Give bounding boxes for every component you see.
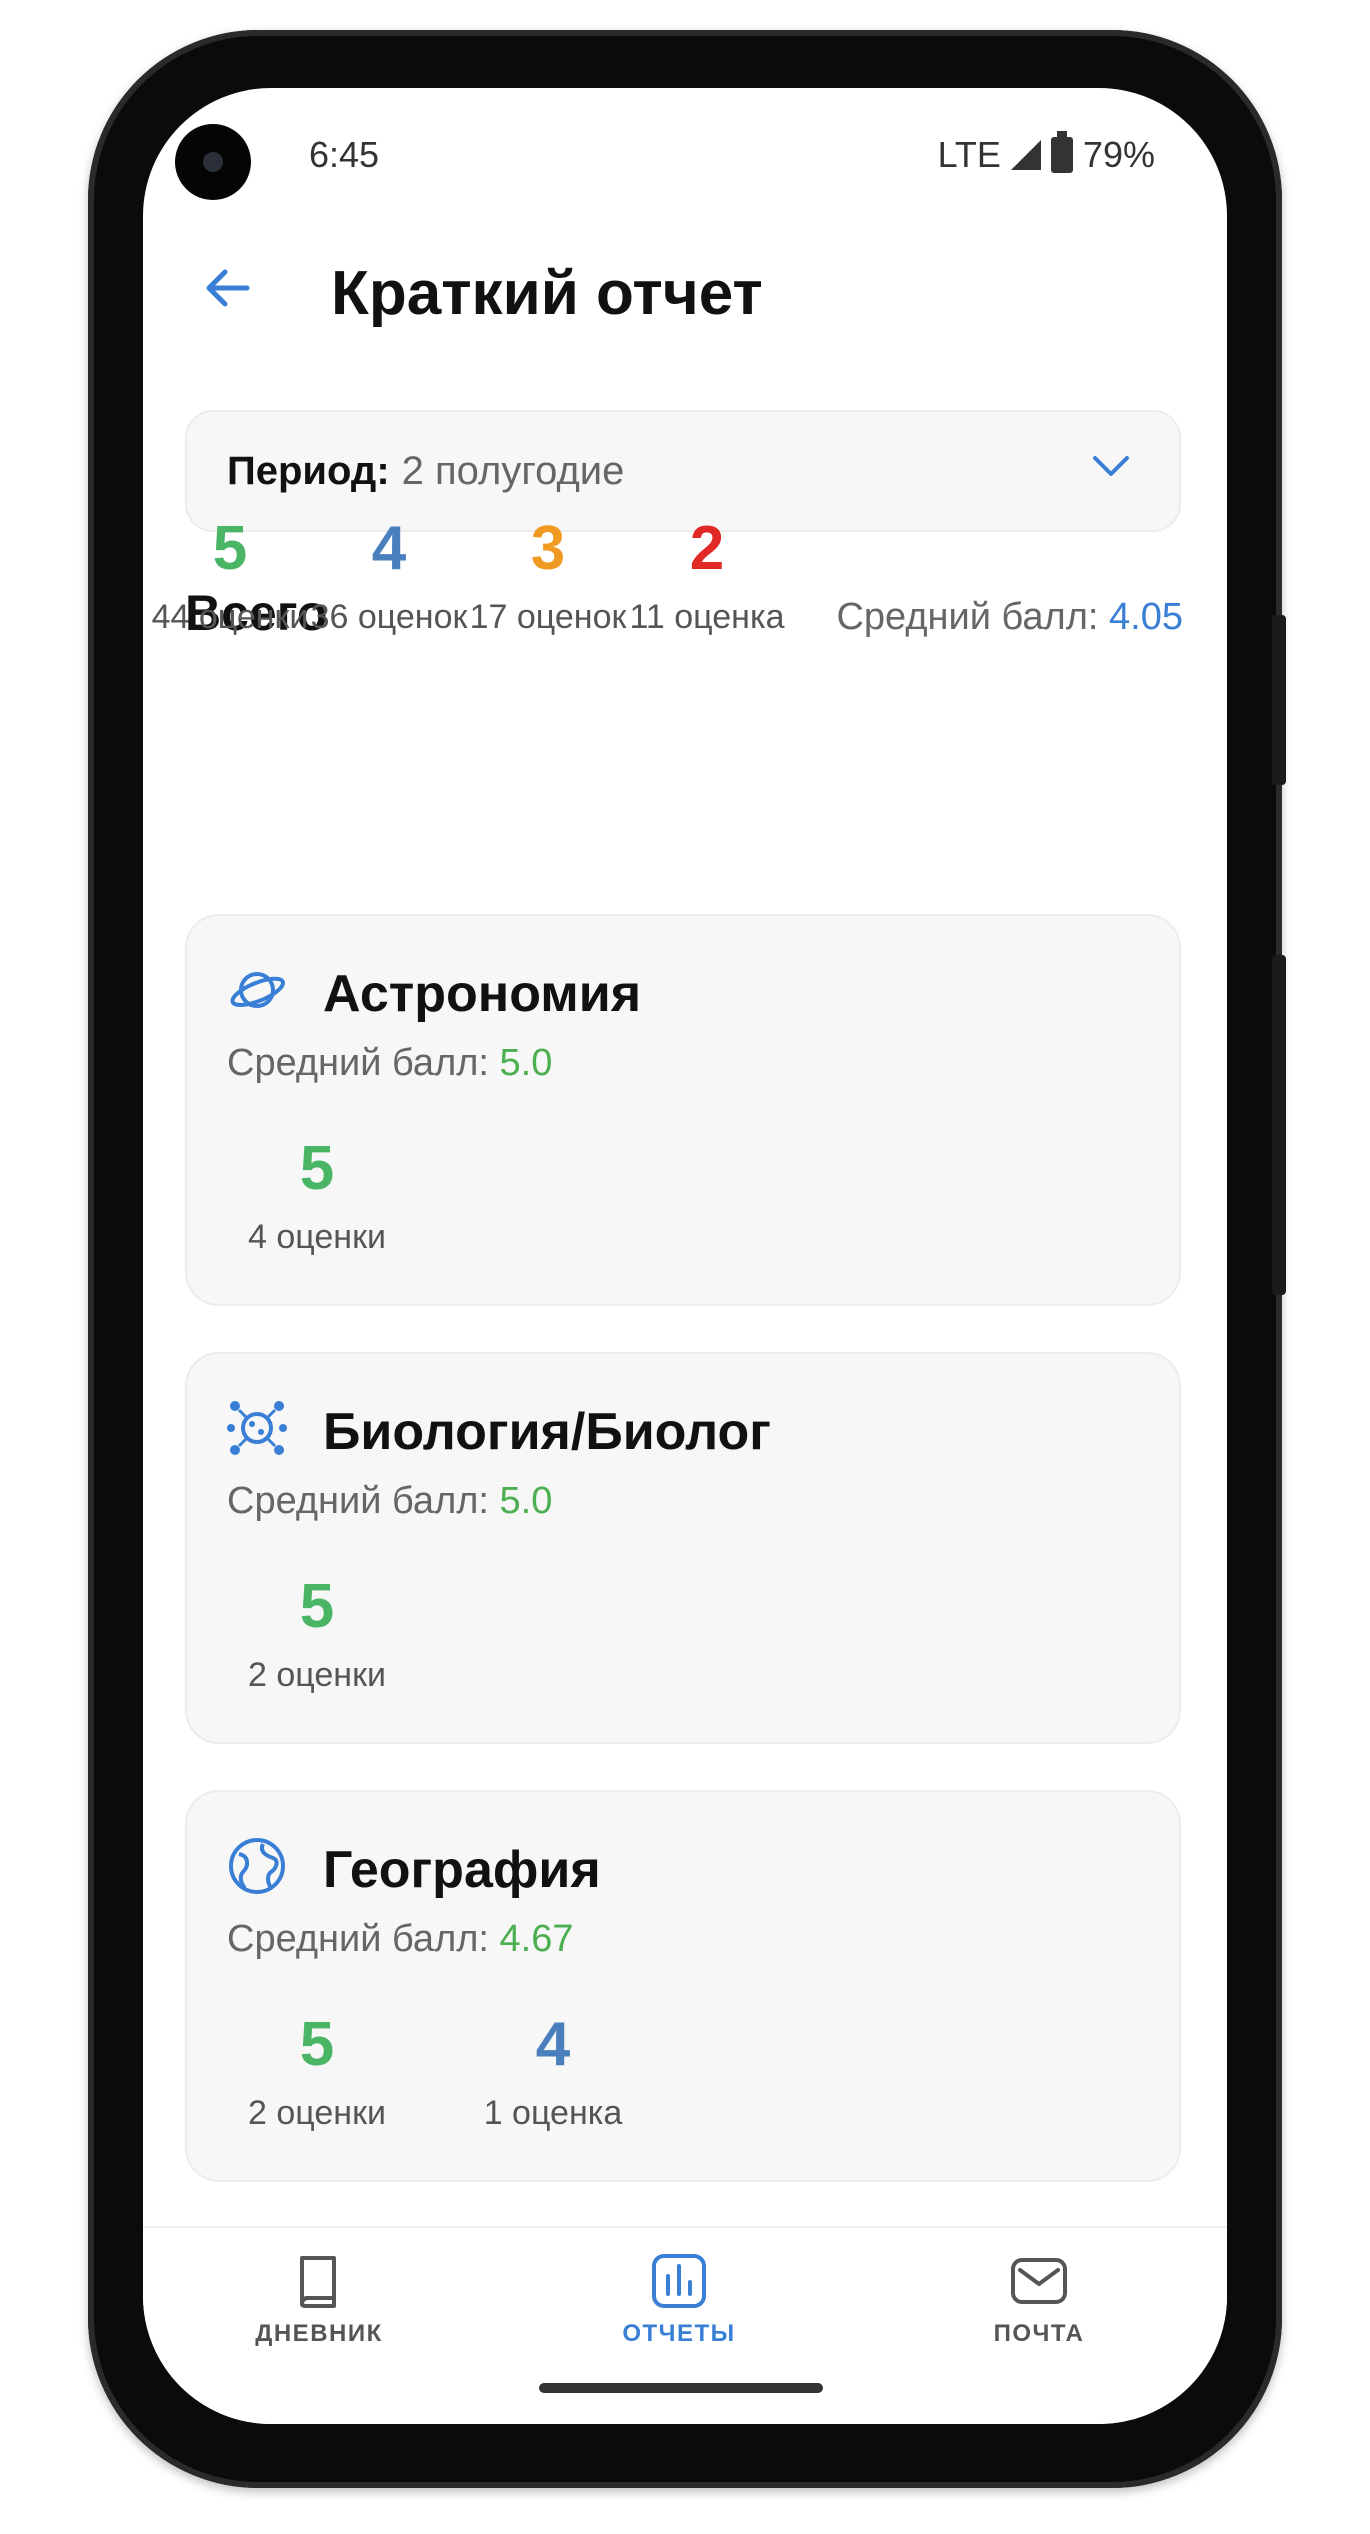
subject-average-value: 5.0: [499, 1042, 553, 1084]
status-time: 6:45: [309, 134, 380, 175]
power-button: [1272, 955, 1286, 1295]
subject-card-geography[interactable]: География Средний балл: 4.67 5 2 оценки …: [185, 1790, 1181, 2182]
subject-grade-5: 5 4 оценки: [217, 1134, 417, 1257]
subject-average-label: Средний балл:: [227, 1918, 489, 1960]
grade-value: 5: [299, 2010, 335, 2079]
subject-average-value: 5.0: [499, 1480, 553, 1522]
book-icon: [300, 2256, 336, 2308]
subject-average: Средний балл: 4.67: [227, 1918, 574, 1961]
summary-average: Средний балл: 4.05: [836, 596, 1183, 639]
summary-average-value: 4.05: [1109, 596, 1183, 638]
subject-average: Средний балл: 5.0: [227, 1042, 552, 1085]
grade-value: 2: [689, 514, 725, 583]
nav-label: ДНЕВНИК: [255, 2320, 383, 2347]
front-camera: [175, 124, 251, 200]
grade-value: 4: [535, 2010, 571, 2079]
battery-percent: 79%: [1082, 134, 1155, 175]
subject-average-value: 4.67: [499, 1918, 574, 1960]
grade-count: 1 оценка: [483, 2094, 623, 2132]
subject-card-biology[interactable]: Биология/Биолог Средний балл: 5.0 5 2 оц…: [185, 1352, 1181, 1744]
subject-average-label: Средний балл:: [227, 1480, 489, 1522]
cell-icon: [227, 1401, 287, 1455]
home-indicator[interactable]: [539, 2383, 823, 2393]
back-arrow-icon[interactable]: [195, 256, 259, 320]
nav-label: ПОЧТА: [993, 2320, 1085, 2347]
grade-count: 2 оценки: [248, 2094, 386, 2132]
status-indicators: LTE 79%: [937, 131, 1155, 176]
globe-icon: [229, 1838, 285, 1894]
grade-count: 4 оценки: [248, 1218, 386, 1256]
summary-average-label: Средний балл:: [836, 596, 1099, 638]
page-title: Краткий отчет: [331, 259, 763, 328]
battery-icon: [1050, 131, 1073, 173]
nav-item-diary[interactable]: ДНЕВНИК: [209, 2250, 429, 2348]
planet-icon: [230, 972, 286, 1008]
summary-grade-2: 2 11 оценка: [587, 514, 827, 637]
bottom-navigation: ДНЕВНИК ОТЧЕТЫ ПОЧТА: [143, 2226, 1227, 2424]
subject-name: Биология/Биолог: [323, 1403, 771, 1461]
app-screen: 6:45 LTE 79% Краткий отчет Период: 2 пол…: [143, 88, 1227, 2424]
grade-count: 2 оценки: [248, 1656, 386, 1694]
signal-icon: [1010, 140, 1041, 170]
subject-average: Средний балл: 5.0: [227, 1480, 552, 1523]
subject-grade-4: 4 1 оценка: [453, 2010, 653, 2133]
subject-name: Астрономия: [323, 965, 642, 1023]
subject-average-label: Средний балл:: [227, 1042, 489, 1084]
grade-count: 11 оценка: [629, 598, 785, 636]
period-label: Период:: [227, 448, 390, 493]
nav-label: ОТЧЕТЫ: [622, 2320, 736, 2347]
network-label: LTE: [937, 134, 1001, 175]
subject-grade-5: 5 2 оценки: [217, 1572, 417, 1695]
nav-item-mail[interactable]: ПОЧТА: [929, 2250, 1149, 2348]
chart-icon: [652, 2254, 706, 2308]
volume-button: [1272, 615, 1286, 785]
subject-card-astronomy[interactable]: Астрономия Средний балл: 5.0 5 4 оценки: [185, 914, 1181, 1306]
chevron-down-icon: [1093, 456, 1129, 476]
nav-item-reports[interactable]: ОТЧЕТЫ: [569, 2250, 789, 2348]
subject-grade-5: 5 2 оценки: [217, 2010, 417, 2133]
grade-value: 5: [299, 1572, 335, 1641]
period-value: 2 полугодие: [401, 448, 625, 493]
mail-icon: [1011, 2258, 1067, 2304]
grade-value: 5: [299, 1134, 335, 1203]
subject-name: География: [323, 1841, 601, 1899]
